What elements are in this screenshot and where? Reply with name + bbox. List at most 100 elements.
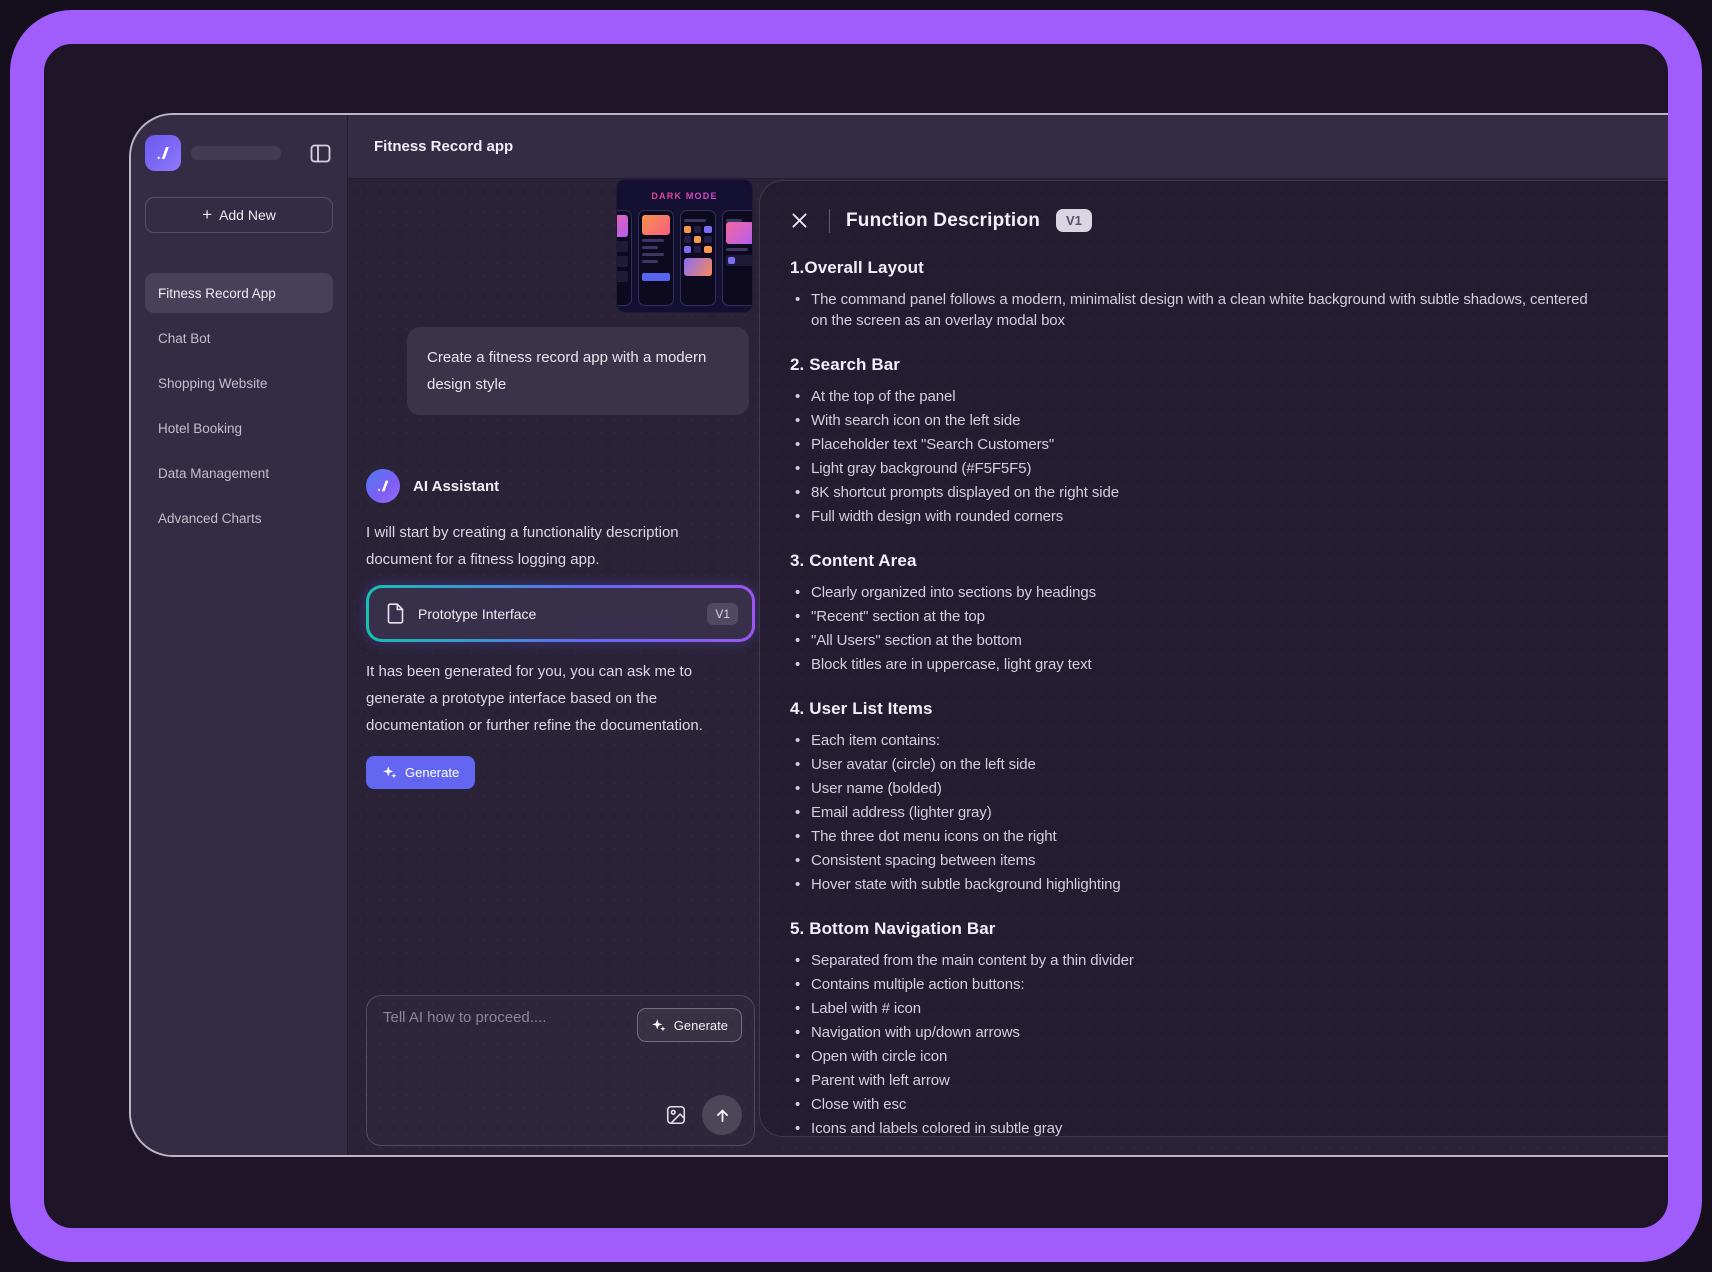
sidebar-nav: Fitness Record App Chat Bot Shopping Web… bbox=[145, 273, 333, 538]
sidebar-item-shopping-website[interactable]: Shopping Website bbox=[145, 363, 333, 403]
desktop-background: + Add New Fitness Record App Chat Bot Sh… bbox=[44, 44, 1668, 1228]
bullet-item: "Recent" section at the top bbox=[790, 606, 1590, 627]
generate-button-label: Generate bbox=[405, 765, 459, 780]
bullet-item: Full width design with rounded corners bbox=[790, 506, 1590, 527]
bullet-item: Clearly organized into sections by headi… bbox=[790, 582, 1590, 603]
composer-input[interactable] bbox=[383, 1009, 623, 1119]
bullet-item: Close with esc bbox=[790, 1094, 1590, 1115]
sidebar-item-label: Fitness Record App bbox=[158, 286, 276, 301]
app-logo-icon bbox=[145, 135, 181, 171]
bullet-item: Placeholder text "Search Customers" bbox=[790, 434, 1590, 455]
assistant-header: AI Assistant bbox=[366, 469, 755, 503]
sparkles-icon bbox=[651, 1018, 666, 1033]
attach-image-button[interactable] bbox=[665, 1104, 687, 1126]
bullet-item: Label with # icon bbox=[790, 998, 1590, 1019]
section-heading: 1.Overall Layout bbox=[790, 258, 1641, 278]
section-heading: 2. Search Bar bbox=[790, 355, 1641, 375]
sidebar-toggle-icon[interactable] bbox=[308, 142, 333, 165]
sidebar-item-label: Advanced Charts bbox=[158, 511, 262, 526]
image-icon bbox=[665, 1104, 687, 1126]
add-new-button[interactable]: + Add New bbox=[145, 197, 333, 233]
bullet-item: Light gray background (#F5F5F5) bbox=[790, 458, 1590, 479]
sidebar-item-fitness-record-app[interactable]: Fitness Record App bbox=[145, 273, 333, 313]
bullet-item: Contains multiple action buttons: bbox=[790, 974, 1590, 995]
sidebar-item-advanced-charts[interactable]: Advanced Charts bbox=[145, 498, 333, 538]
bullet-item: The three dot menu icons on the right bbox=[790, 826, 1590, 847]
bullet-item: 8K shortcut prompts displayed on the rig… bbox=[790, 482, 1590, 503]
artifact-title: Prototype Interface bbox=[418, 606, 536, 622]
section-bullet-list: At the top of the panel With search icon … bbox=[790, 386, 1641, 527]
page: { "window": { "title": "Fitness Record a… bbox=[0, 0, 1712, 1272]
bullet-item: Parent with left arrow bbox=[790, 1070, 1590, 1091]
section-heading: 5. Bottom Navigation Bar bbox=[790, 919, 1641, 939]
send-button[interactable] bbox=[702, 1095, 742, 1135]
document-icon bbox=[387, 603, 404, 624]
assistant-avatar bbox=[366, 469, 400, 503]
bullet-item: The command panel follows a modern, mini… bbox=[790, 289, 1590, 331]
bullet-item: Block titles are in uppercase, light gra… bbox=[790, 654, 1590, 675]
artifact-card[interactable]: Prototype Interface V1 bbox=[366, 585, 755, 642]
bullet-item: With search icon on the left side bbox=[790, 410, 1590, 431]
arrow-up-icon bbox=[714, 1107, 731, 1124]
generate-button[interactable]: Generate bbox=[366, 756, 475, 789]
section-heading: 3. Content Area bbox=[790, 551, 1641, 571]
assistant-followup-message: It has been generated for you, you can a… bbox=[366, 658, 744, 739]
bullet-item: User name (bolded) bbox=[790, 778, 1590, 799]
bullet-item: Consistent spacing between items bbox=[790, 850, 1590, 871]
panel-header: Function Description V1 bbox=[786, 203, 1641, 234]
bullet-item: Icons and labels colored in subtle gray bbox=[790, 1118, 1590, 1137]
bullet-item: Navigation with up/down arrows bbox=[790, 1022, 1590, 1043]
sidebar-item-chat-bot[interactable]: Chat Bot bbox=[145, 318, 333, 358]
sidebar-header bbox=[145, 135, 333, 171]
description-section: 5. Bottom Navigation Bar Separated from … bbox=[790, 919, 1641, 1137]
function-description-panel: Function Description V1 1.Overall Layout… bbox=[759, 180, 1668, 1137]
sidebar: + Add New Fitness Record App Chat Bot Sh… bbox=[131, 115, 348, 1155]
section-bullet-list: The command panel follows a modern, mini… bbox=[790, 289, 1641, 331]
user-attachment-image[interactable]: DARK MODE bbox=[616, 179, 753, 313]
close-icon bbox=[789, 210, 810, 231]
description-section: 4. User List Items Each item contains: Us… bbox=[790, 699, 1641, 895]
sidebar-item-hotel-booking[interactable]: Hotel Booking bbox=[145, 408, 333, 448]
header-divider bbox=[829, 209, 830, 233]
close-panel-button[interactable] bbox=[786, 207, 813, 234]
content-area: DARK MODE bbox=[348, 179, 1668, 1155]
bullet-item: "All Users" section at the bottom bbox=[790, 630, 1590, 651]
panel-sections: 1.Overall Layout The command panel follo… bbox=[786, 258, 1641, 1137]
workspace-name-skeleton bbox=[191, 146, 281, 160]
section-heading: 4. User List Items bbox=[790, 699, 1641, 719]
description-section: 1.Overall Layout The command panel follo… bbox=[790, 258, 1641, 331]
bullet-item: At the top of the panel bbox=[790, 386, 1590, 407]
panel-version-badge: V1 bbox=[1056, 209, 1092, 232]
section-bullet-list: Separated from the main content by a thi… bbox=[790, 950, 1641, 1137]
bullet-item: Separated from the main content by a thi… bbox=[790, 950, 1590, 971]
sidebar-item-label: Chat Bot bbox=[158, 331, 211, 346]
sidebar-item-data-management[interactable]: Data Management bbox=[145, 453, 333, 493]
section-bullet-list: Clearly organized into sections by headi… bbox=[790, 582, 1641, 675]
composer-generate-label: Generate bbox=[674, 1018, 728, 1033]
app-window: + Add New Fitness Record App Chat Bot Sh… bbox=[129, 113, 1668, 1157]
sidebar-item-label: Shopping Website bbox=[158, 376, 267, 391]
chat-column: DARK MODE bbox=[348, 179, 759, 1155]
sparkles-icon bbox=[382, 765, 397, 780]
section-bullet-list: Each item contains: User avatar (circle) … bbox=[790, 730, 1641, 895]
main-header: Fitness Record app bbox=[348, 115, 1668, 179]
main-area: Fitness Record app DARK MODE bbox=[348, 115, 1668, 1155]
description-section: 3. Content Area Clearly organized into s… bbox=[790, 551, 1641, 675]
composer-generate-button[interactable]: Generate bbox=[637, 1008, 742, 1042]
bullet-item: User avatar (circle) on the left side bbox=[790, 754, 1590, 775]
plus-icon: + bbox=[202, 206, 212, 223]
assistant-intro-message: I will start by creating a functionality… bbox=[366, 519, 744, 573]
bullet-item: Each item contains: bbox=[790, 730, 1590, 751]
add-new-label: Add New bbox=[219, 207, 276, 223]
artifact-version-badge: V1 bbox=[707, 603, 738, 625]
page-title: Fitness Record app bbox=[374, 138, 513, 155]
bullet-item: Email address (lighter gray) bbox=[790, 802, 1590, 823]
description-section: 2. Search Bar At the top of the panel Wit… bbox=[790, 355, 1641, 527]
panel-title: Function Description bbox=[846, 210, 1040, 232]
bullet-item: Hover state with subtle background highl… bbox=[790, 874, 1590, 895]
user-message-bubble: Create a fitness record app with a moder… bbox=[407, 327, 749, 415]
assistant-name: AI Assistant bbox=[413, 478, 499, 495]
sidebar-item-label: Hotel Booking bbox=[158, 421, 242, 436]
sidebar-item-label: Data Management bbox=[158, 466, 269, 481]
attachment-caption: DARK MODE bbox=[617, 191, 752, 201]
